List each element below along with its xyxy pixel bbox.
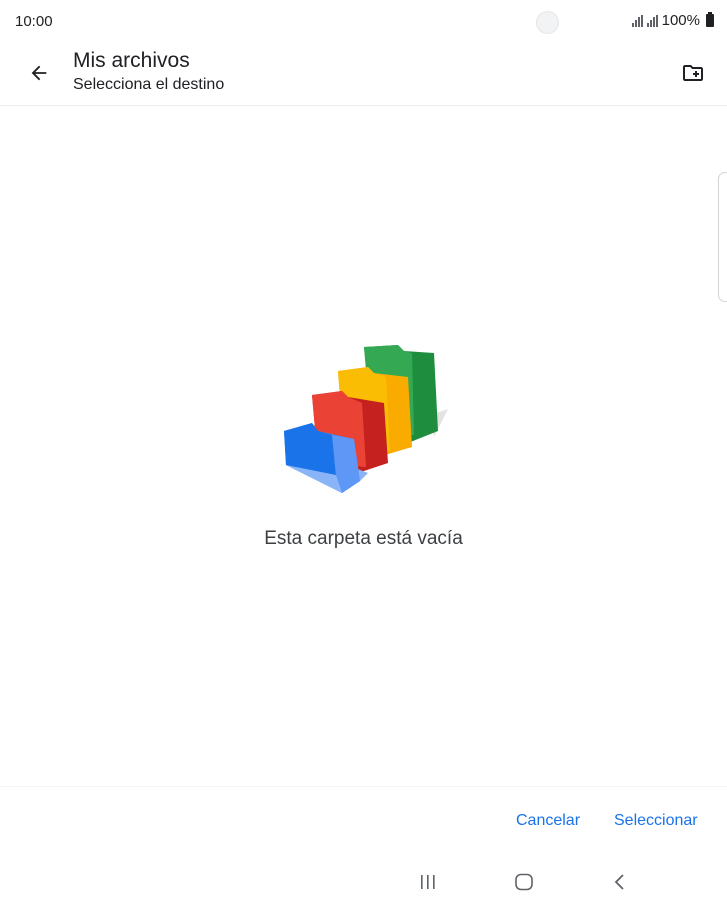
status-time: 10:00 — [15, 13, 53, 30]
status-icons: 100% — [631, 12, 714, 29]
select-button[interactable]: Seleccionar — [614, 812, 698, 830]
empty-folder-message: Esta carpeta está vacía — [264, 528, 463, 549]
empty-folders-illustration — [284, 345, 448, 493]
app-bar: Mis archivos Selecciona el destino — [0, 44, 727, 106]
new-folder-button[interactable] — [676, 56, 710, 90]
page-subtitle: Selecciona el destino — [73, 76, 225, 93]
signal-icon — [631, 14, 643, 27]
back-button[interactable] — [22, 56, 56, 90]
signal-icon — [646, 14, 658, 27]
camera-cutout — [536, 11, 559, 34]
recents-button[interactable] — [413, 869, 443, 895]
recents-icon — [421, 875, 435, 889]
battery-icon — [706, 12, 714, 27]
page-title: Mis archivos — [73, 49, 190, 72]
dialog-actions: Cancelar Seleccionar — [0, 786, 727, 856]
create-new-folder-icon — [683, 65, 703, 81]
status-bar: 10:00 100% — [0, 0, 727, 44]
navigation-bar — [0, 856, 727, 908]
home-icon — [515, 873, 533, 891]
nav-back-button[interactable] — [605, 869, 635, 895]
battery-percentage: 100% — [661, 12, 700, 29]
home-button[interactable] — [509, 869, 539, 895]
cancel-button[interactable]: Cancelar — [516, 812, 580, 830]
back-icon — [614, 874, 624, 890]
arrow-back-icon — [31, 65, 47, 81]
edge-panel-handle[interactable] — [718, 172, 727, 302]
